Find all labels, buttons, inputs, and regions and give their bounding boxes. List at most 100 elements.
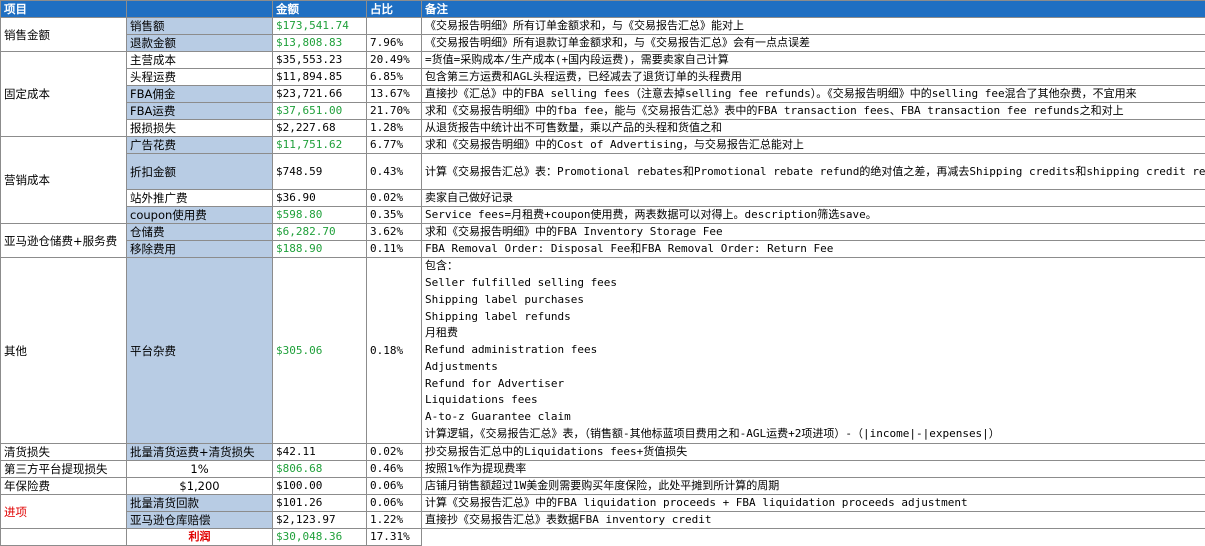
note-cell[interactable]: 求和《交易报告明细》中的fba fee，能与《交易报告汇总》表中的FBA tra… — [422, 103, 1205, 120]
item-cell[interactable]: 销售额 — [127, 18, 273, 35]
note-cell[interactable]: 卖家自己做好记录 — [422, 190, 1205, 207]
item-cell[interactable]: 1% — [127, 461, 273, 478]
amount-cell[interactable]: $36.90 — [273, 190, 367, 207]
item-cell[interactable]: 批量清货运费+清货损失 — [127, 444, 273, 461]
percent-cell[interactable]: 7.96% — [367, 35, 422, 52]
note-cell[interactable]: 按照1%作为提现费率 — [422, 461, 1205, 478]
note-line: 包含： — [425, 258, 1202, 275]
note-cell[interactable]: 从退货报告中统计出不可售数量，乘以产品的头程和货值之和 — [422, 120, 1205, 137]
group-fixed[interactable]: 固定成本 — [1, 52, 127, 137]
amount-cell[interactable]: $101.26 — [273, 495, 367, 512]
percent-cell[interactable]: 21.70% — [367, 103, 422, 120]
header-row: 项目 金额 占比 备注 — [1, 1, 1205, 18]
profit-amount[interactable]: $30,048.36 — [273, 529, 367, 546]
note-cell[interactable]: =货值=采购成本/生产成本(+国内段运费)，需要卖家自己计算 — [422, 52, 1205, 69]
table-row: 站外推广费 $36.90 0.02% 卖家自己做好记录 — [1, 190, 1205, 207]
amount-cell[interactable]: $806.68 — [273, 461, 367, 478]
note-cell[interactable]: 求和《交易报告明细》中的Cost of Advertising，与交易报告汇总能… — [422, 137, 1205, 154]
item-cell[interactable]: 头程运费 — [127, 69, 273, 86]
percent-cell[interactable]: 0.02% — [367, 444, 422, 461]
percent-cell[interactable]: 0.43% — [367, 154, 422, 190]
header-subitem[interactable] — [127, 1, 273, 18]
amount-cell[interactable]: $188.90 — [273, 241, 367, 258]
header-amount[interactable]: 金额 — [273, 1, 367, 18]
item-cell[interactable]: 移除费用 — [127, 241, 273, 258]
group-sales[interactable]: 销售金额 — [1, 18, 127, 52]
amount-cell[interactable]: $2,123.97 — [273, 512, 367, 529]
percent-cell[interactable]: 3.62% — [367, 224, 422, 241]
amount-cell[interactable]: $100.00 — [273, 478, 367, 495]
percent-cell[interactable]: 0.11% — [367, 241, 422, 258]
item-cell[interactable]: $1,200 — [127, 478, 273, 495]
percent-cell[interactable]: 0.35% — [367, 207, 422, 224]
note-cell[interactable]: 包含第三方运费和AGL头程运费，已经减去了退货订单的头程费用 — [422, 69, 1205, 86]
note-cell[interactable]: 计算《交易报告汇总》中的FBA liquidation proceeds + F… — [422, 495, 1205, 512]
item-cell[interactable]: 站外推广费 — [127, 190, 273, 207]
item-cell[interactable]: 退款金额 — [127, 35, 273, 52]
item-cell[interactable]: 广告花费 — [127, 137, 273, 154]
item-cell[interactable]: 亚马逊仓库赔偿 — [127, 512, 273, 529]
header-percent[interactable]: 占比 — [367, 1, 422, 18]
note-cell[interactable]: 直接抄《汇总》中的FBA selling fees（注意去掉selling fe… — [422, 86, 1205, 103]
item-cell[interactable]: 平台杂费 — [127, 258, 273, 444]
amount-cell[interactable]: $6,282.70 — [273, 224, 367, 241]
amount-cell[interactable]: $23,721.66 — [273, 86, 367, 103]
amount-cell[interactable]: $35,553.23 — [273, 52, 367, 69]
empty-cell[interactable] — [422, 529, 1205, 546]
note-cell-multiline[interactable]: 包含： Seller fulfilled selling fees Shippi… — [422, 258, 1205, 444]
header-project[interactable]: 项目 — [1, 1, 127, 18]
note-cell[interactable]: 求和《交易报告明细》中的FBA Inventory Storage Fee — [422, 224, 1205, 241]
group-amazon[interactable]: 亚马逊仓储费+服务费 — [1, 224, 127, 258]
percent-cell[interactable]: 0.46% — [367, 461, 422, 478]
group-income[interactable]: 进项 — [1, 495, 127, 529]
item-cell[interactable]: FBA佣金 — [127, 86, 273, 103]
item-cell[interactable]: coupon使用费 — [127, 207, 273, 224]
percent-cell[interactable]: 0.18% — [367, 258, 422, 444]
table-row: 折扣金额 $748.59 0.43% 计算《交易报告汇总》表：Promotion… — [1, 154, 1205, 190]
item-cell[interactable]: 批量清货回款 — [127, 495, 273, 512]
group-insurance[interactable]: 年保险费 — [1, 478, 127, 495]
note-line: Seller fulfilled selling fees — [425, 275, 1202, 292]
note-cell[interactable]: 店铺月销售额超过1W美金则需要购买年度保险，此处平摊到所计算的周期 — [422, 478, 1205, 495]
amount-cell[interactable]: $598.80 — [273, 207, 367, 224]
empty-cell[interactable] — [1, 529, 127, 546]
percent-cell[interactable]: 6.77% — [367, 137, 422, 154]
amount-cell[interactable]: $42.11 — [273, 444, 367, 461]
item-cell[interactable]: 报损损失 — [127, 120, 273, 137]
header-note[interactable]: 备注 — [422, 1, 1205, 18]
profit-label[interactable]: 利润 — [127, 529, 273, 546]
percent-cell[interactable]: 6.85% — [367, 69, 422, 86]
amount-cell[interactable]: $11,751.62 — [273, 137, 367, 154]
note-cell[interactable]: FBA Removal Order: Disposal Fee和FBA Remo… — [422, 241, 1205, 258]
percent-cell[interactable]: 1.22% — [367, 512, 422, 529]
percent-cell[interactable] — [367, 18, 422, 35]
amount-cell[interactable]: $305.06 — [273, 258, 367, 444]
amount-cell[interactable]: $13,808.83 — [273, 35, 367, 52]
group-clearance[interactable]: 清货损失 — [1, 444, 127, 461]
group-other[interactable]: 其他 — [1, 258, 127, 444]
note-cell[interactable]: 《交易报告明细》所有退款订单金额求和，与《交易报告汇总》会有一点点误差 — [422, 35, 1205, 52]
amount-cell[interactable]: $11,894.85 — [273, 69, 367, 86]
percent-cell[interactable]: 13.67% — [367, 86, 422, 103]
group-withdraw[interactable]: 第三方平台提现损失 — [1, 461, 127, 478]
note-cell[interactable]: Service fees=月租费+coupon使用费，两表数据可以对得上。des… — [422, 207, 1205, 224]
item-cell[interactable]: FBA运费 — [127, 103, 273, 120]
amount-cell[interactable]: $173,541.74 — [273, 18, 367, 35]
note-cell[interactable]: 《交易报告明细》所有订单金额求和，与《交易报告汇总》能对上 — [422, 18, 1205, 35]
note-cell[interactable]: 计算《交易报告汇总》表：Promotional rebates和Promotio… — [422, 154, 1205, 190]
percent-cell[interactable]: 1.28% — [367, 120, 422, 137]
note-cell[interactable]: 抄交易报告汇总中的Liquidations fees+货值损失 — [422, 444, 1205, 461]
percent-cell[interactable]: 20.49% — [367, 52, 422, 69]
percent-cell[interactable]: 0.02% — [367, 190, 422, 207]
percent-cell[interactable]: 0.06% — [367, 478, 422, 495]
amount-cell[interactable]: $748.59 — [273, 154, 367, 190]
percent-cell[interactable]: 0.06% — [367, 495, 422, 512]
item-cell[interactable]: 折扣金额 — [127, 154, 273, 190]
item-cell[interactable]: 仓储费 — [127, 224, 273, 241]
amount-cell[interactable]: $2,227.68 — [273, 120, 367, 137]
profit-percent[interactable]: 17.31% — [367, 529, 422, 546]
group-marketing[interactable]: 营销成本 — [1, 137, 127, 224]
amount-cell[interactable]: $37,651.00 — [273, 103, 367, 120]
note-cell[interactable]: 直接抄《交易报告汇总》表数据FBA inventory credit — [422, 512, 1205, 529]
item-cell[interactable]: 主营成本 — [127, 52, 273, 69]
